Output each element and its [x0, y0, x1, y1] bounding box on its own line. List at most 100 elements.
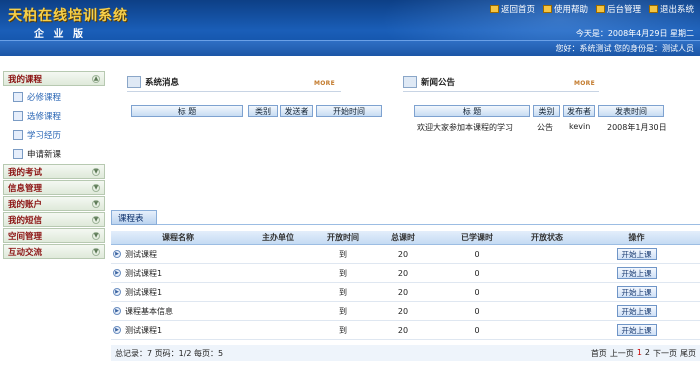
- table-footer: 总记录：7 页码：1/2 每页：5 首页 上一页 1 2 下一页 尾页: [111, 345, 700, 361]
- messages-col-sender[interactable]: 发送者: [280, 105, 313, 117]
- sidebar-item-elective[interactable]: 选修课程: [3, 106, 105, 125]
- cell-name[interactable]: ▶ 测试课程: [111, 245, 243, 263]
- main-content: 系统消息 MORE 标 题 类别 发送者 开始时间 新闻公告 MORE 标 题 …: [111, 70, 700, 386]
- messages-more-link[interactable]: MORE: [314, 80, 335, 87]
- cell-status: [521, 264, 573, 282]
- chevron-down-icon: ▼: [92, 183, 100, 192]
- start-class-button[interactable]: 开始上课: [616, 305, 657, 317]
- home-icon: [489, 5, 499, 13]
- start-class-button[interactable]: 开始上课: [616, 248, 657, 260]
- news-col-author[interactable]: 发布者: [563, 105, 595, 117]
- cell-name[interactable]: ▶ 测试课程1: [111, 264, 243, 282]
- sidebar-cat-info[interactable]: 信息管理 ▼: [3, 180, 105, 195]
- message-icon: [127, 76, 141, 88]
- table-row: ▶ 课程基本信息 到 20 0 开始上课: [111, 302, 700, 321]
- cell-org: [243, 264, 313, 282]
- col-open: 开放时间: [327, 233, 359, 242]
- cell-org: [243, 283, 313, 301]
- sidebar-cat-my-courses[interactable]: 我的课程 ▲: [3, 71, 105, 86]
- arrow-right-icon: ▶: [113, 307, 121, 315]
- messages-title: 系统消息: [127, 76, 179, 88]
- messages-title-text: 系统消息: [145, 78, 180, 88]
- pager-last[interactable]: 尾页: [680, 348, 696, 359]
- cell-name[interactable]: ▶ 测试课程1: [111, 283, 243, 301]
- nav-admin[interactable]: 后台管理: [595, 3, 641, 15]
- top-nav: 返回首页 使用帮助 后台管理 退出系统: [489, 3, 694, 15]
- course-name: 测试课程: [125, 249, 157, 259]
- sidebar-cat-exams[interactable]: 我的考试 ▼: [3, 164, 105, 179]
- sidebar-cat-label: 我的考试: [8, 167, 43, 178]
- sidebar-item-label: 学习经历: [27, 130, 62, 141]
- sidebar-cat-sms[interactable]: 我的短信 ▼: [3, 212, 105, 227]
- sidebar-cat-account[interactable]: 我的账户 ▼: [3, 196, 105, 211]
- sidebar-cat-space[interactable]: 空间管理 ▼: [3, 228, 105, 243]
- start-class-button[interactable]: 开始上课: [616, 267, 657, 279]
- course-table-tabbar: 课程表: [111, 210, 700, 225]
- col-org: 主办单位: [262, 233, 294, 242]
- cell-action: 开始上课: [573, 302, 700, 320]
- col-total: 总课时: [391, 233, 415, 242]
- messages-col-title[interactable]: 标 题: [131, 105, 243, 117]
- date-text: 今天是：2008年4月29日 星期二: [575, 29, 694, 38]
- tab-course-table[interactable]: 课程表: [111, 210, 157, 225]
- messages-col-type[interactable]: 类别: [248, 105, 278, 117]
- cell-name[interactable]: ▶ 课程基本信息: [111, 302, 243, 320]
- cell-action: 开始上课: [573, 264, 700, 282]
- pager-first[interactable]: 首页: [591, 348, 607, 359]
- user-info: 您好：系统测试 您的身份是：测试人员: [555, 44, 694, 53]
- news-col-type[interactable]: 类别: [533, 105, 560, 117]
- chevron-up-icon: ▲: [92, 74, 100, 83]
- pager-prev[interactable]: 上一页: [610, 348, 634, 359]
- cell-total: 20: [397, 325, 409, 335]
- chevron-down-icon: ▼: [92, 215, 100, 224]
- cell-learned: 0: [474, 325, 480, 335]
- nav-home[interactable]: 返回首页: [489, 3, 535, 15]
- pager-page-2[interactable]: 2: [645, 348, 650, 359]
- nav-help[interactable]: 使用帮助: [542, 3, 588, 15]
- cell-open: 到: [339, 287, 347, 297]
- cell-action: 开始上课: [573, 245, 700, 263]
- pager-next[interactable]: 下一页: [653, 348, 677, 359]
- course-icon: [13, 110, 23, 121]
- cell-total: 20: [397, 287, 409, 297]
- header: 天柏在线培训系统 企 业 版 返回首页 使用帮助 后台管理 退出系统 今天是：2…: [0, 0, 700, 56]
- news-item-title[interactable]: 欢迎大家参加本课程的学习: [417, 122, 513, 133]
- news-col-title[interactable]: 标 题: [414, 105, 530, 117]
- course-name: 测试课程1: [125, 287, 163, 297]
- sidebar-cat-label: 我的课程: [8, 74, 43, 85]
- user-bar: 您好：系统测试 您的身份是：测试人员: [0, 40, 700, 56]
- sidebar-item-apply[interactable]: 申请新课: [3, 144, 105, 163]
- cell-learned: 0: [474, 306, 480, 316]
- col-status: 开放状态: [531, 233, 563, 242]
- messages-col-start[interactable]: 开始时间: [316, 105, 382, 117]
- cell-name[interactable]: ▶ 测试课程1: [111, 321, 243, 339]
- table-header: 课程名称 主办单位 开放时间 总课时 已学课时 开放状态 操作: [111, 231, 700, 245]
- sidebar-item-label: 申请新课: [27, 149, 62, 160]
- chevron-down-icon: ▼: [92, 167, 100, 176]
- nav-help-label: 使用帮助: [553, 5, 588, 15]
- cell-org: [243, 245, 313, 263]
- news-more-link[interactable]: MORE: [574, 80, 595, 87]
- sidebar-item-history[interactable]: 学习经历: [3, 125, 105, 144]
- sidebar-cat-label: 信息管理: [8, 183, 43, 194]
- cell-open: 到: [339, 325, 347, 335]
- course-icon: [13, 91, 23, 102]
- news-col-date[interactable]: 发表时间: [598, 105, 664, 117]
- apply-icon: [13, 148, 23, 159]
- news-item-type: 公告: [537, 123, 553, 132]
- history-icon: [13, 129, 23, 140]
- pager-page-1[interactable]: 1: [637, 348, 642, 359]
- cell-open: 到: [339, 268, 347, 278]
- start-class-button[interactable]: 开始上课: [616, 286, 657, 298]
- chevron-down-icon: ▼: [92, 231, 100, 240]
- sidebar-cat-label: 我的短信: [8, 215, 43, 226]
- cell-total: 20: [397, 268, 409, 278]
- nav-logout[interactable]: 退出系统: [648, 3, 694, 15]
- chevron-down-icon: ▼: [92, 199, 100, 208]
- sidebar-item-required[interactable]: 必修课程: [3, 87, 105, 106]
- cell-status: [521, 283, 573, 301]
- sidebar-cat-label: 我的账户: [8, 199, 43, 210]
- start-class-button[interactable]: 开始上课: [616, 324, 657, 336]
- sidebar-cat-interact[interactable]: 互动交流 ▼: [3, 244, 105, 259]
- logout-icon: [648, 5, 658, 13]
